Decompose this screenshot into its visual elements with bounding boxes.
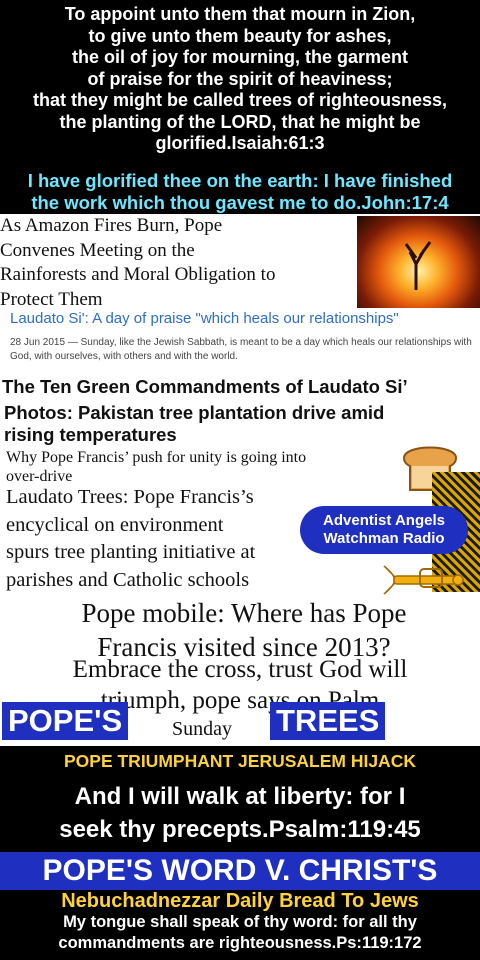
john-verse: I have glorified thee on the earth: I ha… (0, 170, 480, 214)
verse-line: that they might be called trees of right… (32, 90, 448, 110)
nebuchadnezzar-caption: Nebuchadnezzar Daily Bread To Jews (61, 890, 419, 912)
verse-line: My tongue shall speak of thy word: for a… (63, 913, 417, 931)
verse-line: And I will walk at liberty: for I (74, 783, 406, 810)
ten-green-headline: The Ten Green Commandments of Laudato Si… (2, 376, 408, 397)
verse-line: of praise for the spirit of heaviness; (87, 68, 393, 89)
word-banner: POPE'S WORD V. CHRIST'S (0, 852, 480, 890)
embrace-headline-line3: Sunday (172, 718, 232, 740)
verse-line: the work which thou gavest me to do.John… (31, 192, 449, 213)
why-pope-headline: Why Pope Francis’ push for unity is goin… (6, 448, 398, 486)
psalm-119-45-verse: And I will walk at liberty: for I seek t… (0, 780, 480, 846)
verse-line: glorified.Isaiah:61:3 (155, 133, 325, 153)
psalm-119-172-verse: My tongue shall speak of thy word: for a… (0, 912, 480, 954)
headline-collage: As Amazon Fires Burn, Pope Convenes Meet… (0, 214, 480, 746)
verse-line: To appoint unto them that mourn in Zion, (64, 4, 416, 24)
headline-line: Why Pope Francis’ push for unity is goin… (6, 449, 307, 466)
radio-bubble-line: Watchman Radio (323, 530, 445, 547)
hijack-caption: POPE TRIUMPHANT JERUSALEM HIJACK (64, 751, 416, 771)
headline-line: Laudato Trees: Pope Francis’s (6, 486, 254, 508)
verse-line: the planting of the LORD, that he might … (59, 111, 421, 132)
popes-label: POPE'S (2, 702, 129, 740)
verse-line: to give unto them beauty for ashes, (88, 25, 392, 46)
radio-bubble[interactable]: Adventist Angels Watchman Radio (300, 506, 468, 554)
radio-bubble-line: Adventist Angels (323, 512, 445, 529)
tree-silhouette-icon (404, 241, 432, 290)
trumpet-icon (383, 565, 464, 595)
amazon-headline: As Amazon Fires Burn, Pope Convenes Meet… (0, 214, 355, 312)
verse-line: I have glorified thee on the earth: I ha… (27, 170, 453, 191)
trees-label: TREES (270, 702, 386, 740)
headline-line: parishes and Catholic schools (6, 568, 250, 591)
verse-line: commandments are righteousness.Ps:119:17… (58, 934, 422, 952)
laudato-day-headline[interactable]: Laudato Si': A day of praise "which heal… (10, 310, 480, 327)
isaiah-verse: To appoint unto them that mourn in Zion,… (0, 4, 480, 155)
headline-line: Convenes Meeting on the (0, 239, 195, 261)
verse-line: the oil of joy for mourning, the garment (72, 47, 408, 67)
headline-line: Rainforests and Moral Obligation to (0, 264, 276, 285)
headline-line: As Amazon Fires Burn, Pope (0, 215, 223, 236)
headline-line: Pope mobile: Where has Pope (81, 598, 407, 628)
headline-line: Photos: Pakistan tree plantation drive a… (4, 402, 385, 423)
headline-line: Protect Them (0, 288, 103, 310)
laudato-day-description: 28 Jun 2015 — Sunday, like the Jewish Sa… (10, 337, 472, 362)
headline-line: Embrace the cross, trust God will (72, 656, 408, 683)
verse-line: seek thy precepts.Psalm:119:45 (59, 816, 421, 843)
